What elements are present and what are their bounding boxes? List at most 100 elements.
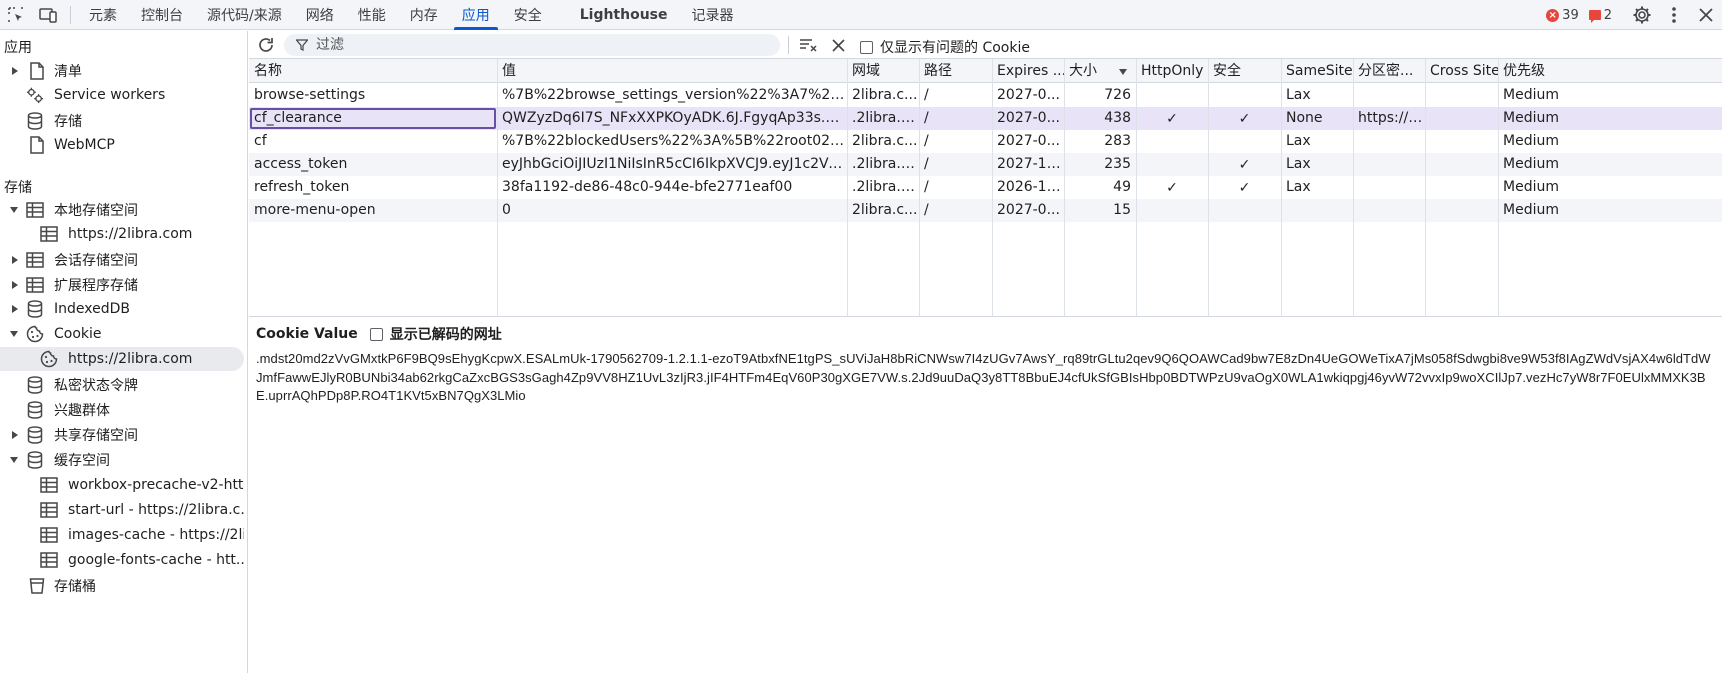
sidebar-item-local-storage[interactable]: 本地存储空间 — [0, 198, 244, 222]
settings-gear-icon[interactable] — [1626, 0, 1658, 30]
sidebar-item-cookies[interactable]: Cookie — [0, 322, 244, 346]
table-icon — [26, 251, 44, 269]
column-divider[interactable] — [1353, 59, 1354, 317]
sidebar-item-shared-storage[interactable]: 共享存储空间 — [0, 423, 244, 447]
table-icon — [40, 501, 58, 519]
sidebar-item-manifest[interactable]: 清单 — [0, 59, 244, 83]
expand-arrow-icon[interactable] — [12, 67, 18, 75]
table-row[interactable]: cf %7B%22blockedUsers%22%3A%5B%22root020… — [249, 130, 1722, 153]
filter-icon — [296, 39, 308, 51]
collapse-arrow-icon[interactable] — [10, 207, 18, 213]
tab-sources[interactable]: 源代码/来源 — [195, 0, 294, 30]
sidebar-item-extension-storage[interactable]: 扩展程序存储 — [0, 273, 244, 297]
sidebar-item-label: 扩展程序存储 — [54, 278, 138, 294]
sidebar-item-cache-images[interactable]: images-cache - https://2li... — [0, 523, 244, 547]
sidebar-item-private-state-tokens[interactable]: 私密状态令牌 — [0, 373, 244, 397]
delete-selected-icon[interactable] — [829, 36, 847, 54]
refresh-icon[interactable] — [256, 35, 276, 55]
tab-security[interactable]: 安全 — [502, 0, 554, 30]
sidebar-item-storage[interactable]: 存储 — [0, 109, 244, 133]
column-divider[interactable] — [1281, 59, 1282, 317]
tab-lighthouse[interactable]: Lighthouse — [568, 0, 680, 30]
sidebar-item-cache-start-url[interactable]: start-url - https://2libra.c... — [0, 498, 244, 522]
show-decoded-checkbox[interactable] — [369, 327, 383, 341]
cookie-value-text[interactable]: .mdst20md2zVvGMxtkP6F9BQ9sEhygKcpwX.ESAL… — [256, 350, 1716, 406]
filter-input[interactable] — [316, 37, 756, 53]
cell-priority: Medium — [1503, 110, 1559, 126]
column-header-expires[interactable]: Expires ... — [992, 59, 1064, 83]
expand-arrow-icon[interactable] — [12, 431, 18, 439]
cell-expires: 2027-0... — [997, 202, 1060, 218]
inspect-element-icon[interactable] — [4, 3, 28, 27]
column-divider[interactable] — [1064, 59, 1065, 317]
tab-network[interactable]: 网络 — [294, 0, 346, 30]
collapse-arrow-icon[interactable] — [10, 331, 18, 337]
column-header-domain[interactable]: 网域 — [847, 59, 919, 83]
sidebar-item-local-storage-origin[interactable]: https://2libra.com — [0, 222, 244, 246]
table-row[interactable]: refresh_token 38fa1192-de86-48c0-944e-bf… — [249, 176, 1722, 199]
column-header-secure[interactable]: 安全 — [1208, 59, 1281, 83]
table-row[interactable]: more-menu-open 0 2libra.c... / 2027-0...… — [249, 199, 1722, 222]
expand-arrow-icon[interactable] — [12, 281, 18, 289]
sidebar-item-label: 会话存储空间 — [54, 253, 138, 269]
sidebar-item-cache-google-fonts[interactable]: google-fonts-cache - htt... — [0, 548, 244, 572]
cell-path: / — [924, 110, 929, 126]
database-icon — [26, 451, 44, 469]
sidebar-item-storage-buckets[interactable]: 存储桶 — [0, 574, 244, 598]
sidebar-item-cache-workbox[interactable]: workbox-precache-v2-htt... — [0, 473, 244, 497]
collapse-arrow-icon[interactable] — [10, 457, 18, 463]
tab-performance[interactable]: 性能 — [346, 0, 398, 30]
tab-recorder[interactable]: 记录器 — [680, 0, 746, 30]
column-divider[interactable] — [497, 59, 498, 317]
tab-application[interactable]: 应用 — [450, 0, 502, 30]
tab-memory[interactable]: 内存 — [398, 0, 450, 30]
column-divider[interactable] — [1136, 59, 1137, 317]
column-divider[interactable] — [1208, 59, 1209, 317]
database-icon — [26, 401, 44, 419]
column-header-priority[interactable]: 优先级 — [1498, 59, 1568, 83]
issues-badge[interactable]: 2 — [1588, 8, 1612, 23]
column-header-name[interactable]: 名称 — [249, 59, 497, 83]
sidebar-item-interest-groups[interactable]: 兴趣群体 — [0, 398, 244, 422]
column-divider[interactable] — [1498, 59, 1499, 317]
filter-box[interactable] — [284, 34, 780, 56]
clear-all-icon[interactable] — [798, 36, 820, 54]
tab-console[interactable]: 控制台 — [129, 0, 195, 30]
column-header-path[interactable]: 路径 — [919, 59, 992, 83]
sidebar-item-service-workers[interactable]: Service workers — [0, 83, 244, 107]
sidebar-item-label: https://2libra.com — [68, 351, 193, 367]
sidebar-item-cookies-origin[interactable]: https://2libra.com — [0, 347, 244, 371]
table-row-selected[interactable]: cf_clearance QWZyzDq6I7S_NFxXXPKOyADK.6J… — [249, 107, 1722, 130]
column-divider[interactable] — [847, 59, 848, 317]
sidebar-item-session-storage[interactable]: 会话存储空间 — [0, 248, 244, 272]
column-divider[interactable] — [1425, 59, 1426, 317]
errors-count: 39 — [1562, 7, 1579, 23]
expand-arrow-icon[interactable] — [12, 305, 18, 313]
column-header-value[interactable]: 值 — [497, 59, 847, 83]
column-header-httponly[interactable]: HttpOnly — [1136, 59, 1208, 83]
only-issues-checkbox[interactable] — [860, 40, 873, 54]
only-issues-filter[interactable]: 仅显示有问题的 Cookie — [860, 37, 1030, 57]
column-divider[interactable] — [992, 59, 993, 317]
column-header-cross-site[interactable]: Cross Site — [1425, 59, 1498, 83]
more-options-icon[interactable] — [1658, 0, 1690, 30]
close-devtools-icon[interactable] — [1690, 0, 1722, 30]
sidebar-item-label: images-cache - https://2li... — [68, 527, 244, 543]
device-toolbar-icon[interactable] — [36, 3, 60, 27]
column-divider[interactable] — [919, 59, 920, 317]
cell-partition-key: https://2... — [1358, 110, 1425, 126]
errors-badge[interactable]: × 39 — [1546, 8, 1579, 23]
expand-arrow-icon[interactable] — [12, 256, 18, 264]
cookies-table: 名称 值 网域 路径 Expires ... 大小 HttpOnly 安全 Sa… — [249, 59, 1722, 317]
column-header-partition-key[interactable]: 分区密... — [1353, 59, 1425, 83]
sidebar-item-cache-storage[interactable]: 缓存空间 — [0, 448, 244, 472]
table-row[interactable]: access_token eyJhbGciOiJIUzI1NiIsInR5cCI… — [249, 153, 1722, 176]
cell-size: 283 — [1104, 133, 1131, 149]
sidebar-item-indexeddb[interactable]: IndexedDB — [0, 297, 244, 321]
table-row[interactable]: browse-settings %7B%22browse_settings_ve… — [249, 84, 1722, 107]
column-header-size[interactable]: 大小 — [1064, 59, 1122, 83]
tab-elements[interactable]: 元素 — [77, 0, 129, 30]
column-header-samesite[interactable]: SameSite — [1281, 59, 1353, 83]
sidebar-item-label: WebMCP — [54, 137, 115, 153]
sidebar-item-webmcp[interactable]: WebMCP — [0, 133, 244, 157]
